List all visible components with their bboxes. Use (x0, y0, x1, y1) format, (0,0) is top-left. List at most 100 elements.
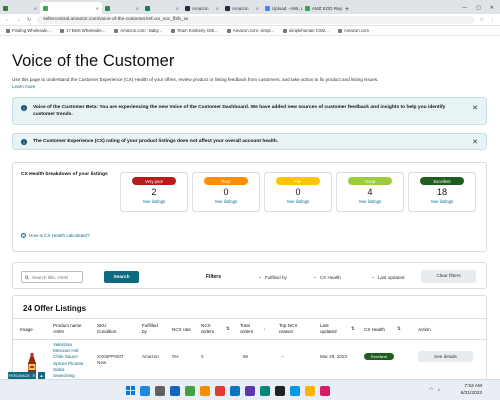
sort-desc-icon[interactable]: ↓ (263, 326, 265, 331)
taskbar-app-icon[interactable] (199, 385, 210, 396)
see-listings-link[interactable]: See listings (337, 199, 403, 204)
clear-filters-button[interactable]: Clear filters (421, 270, 476, 283)
taskbar-app-icon[interactable] (154, 385, 165, 396)
cx-bucket: Very poor 2 See listings (120, 172, 188, 212)
col-cx-health[interactable]: CX Health (364, 327, 385, 333)
url-field[interactable]: sellercentral.amazon.com/voice-of-the-cu… (37, 15, 474, 24)
sort-icon[interactable]: ⇅ (226, 326, 230, 332)
forward-icon[interactable]: → (16, 17, 21, 23)
menu-icon[interactable]: ⋮ (490, 17, 495, 23)
cx-health-title: CX Health breakdown of your listings (21, 172, 108, 177)
browser-tab[interactable]: ✕ (142, 2, 182, 14)
see-listings-link[interactable]: See listings (409, 199, 475, 204)
close-tab-icon[interactable]: ✕ (216, 6, 219, 11)
search-button[interactable]: Search (104, 271, 139, 283)
col-total-orders[interactable]: Total orders (240, 323, 253, 335)
taskbar-app-icon[interactable] (259, 385, 270, 396)
close-tab-icon[interactable]: ✕ (176, 6, 179, 11)
taskbar-app-icon[interactable] (289, 385, 300, 396)
bookmark-favicon-icon (337, 28, 342, 33)
beta-banner-text: Voice of the Customer Beta: You are expe… (33, 105, 446, 117)
see-details-button[interactable]: See details (418, 351, 473, 362)
close-tab-icon[interactable]: ✕ (96, 6, 99, 11)
chevron-down-icon: ⌄ (313, 274, 317, 279)
search-input[interactable] (32, 274, 82, 280)
clock-date: 6/31/2023 (460, 391, 482, 396)
taskbar-app-icon[interactable] (169, 385, 180, 396)
taskbar-app-icon[interactable] (229, 385, 240, 396)
col-ncx-orders[interactable]: NCX orders (201, 323, 214, 335)
taskbar-app-icon[interactable] (304, 385, 315, 396)
back-icon[interactable]: ← (5, 17, 10, 23)
close-tab-icon[interactable]: ✕ (34, 6, 37, 11)
taskbar-app-icon[interactable] (244, 385, 255, 396)
see-listings-link[interactable]: See listings (193, 199, 259, 204)
close-tab-icon[interactable]: ✕ (136, 6, 139, 11)
bookmark-item[interactable]: Finding Wholesale... (6, 28, 51, 33)
maximize-icon[interactable]: ▢ (476, 5, 481, 11)
cx-health-help-text[interactable]: How is CX Health calculated? (29, 233, 90, 238)
cx-health-badge: Excellent (364, 353, 394, 360)
browser-tab[interactable]: Amazon ✕ (222, 2, 262, 14)
clock[interactable]: 7:53 AM 6/31/2023 (461, 383, 482, 397)
bookmark-item[interactable]: Amazon.com (337, 28, 369, 33)
close-icon[interactable]: ✕ (472, 138, 478, 146)
taskbar-app-icon[interactable] (139, 385, 150, 396)
filters-label: Filters (206, 274, 222, 280)
taskbar-app-icon[interactable] (274, 385, 285, 396)
browser-tab[interactable]: Upload - AWL LABEL✕ (262, 2, 302, 14)
col-top-reason: Top NCX reason (279, 323, 298, 334)
col-last-updated[interactable]: Last updated (320, 323, 337, 335)
bookmark-item[interactable]: 17 Best Wholesale... (59, 28, 105, 33)
top-reason-value: -- (281, 354, 285, 359)
close-icon[interactable]: ✕ (32, 373, 35, 378)
taskbar-app-icon[interactable] (319, 385, 330, 396)
cx-bucket-label: Fair (276, 177, 320, 185)
col-action: Action (418, 327, 431, 332)
close-tab-icon[interactable]: ✕ (256, 6, 259, 11)
offer-listings-table: 24 Offer Listings Image Product name ASI… (12, 295, 487, 385)
close-window-icon[interactable]: ✕ (490, 5, 494, 11)
see-listings-link[interactable]: See listings (265, 199, 331, 204)
browser-tab[interactable]: AMZ EOD Report✕ (302, 2, 342, 14)
cx-health-help-link[interactable]: ? How is CX Health calculated? (21, 233, 90, 238)
close-icon[interactable]: ✕ (472, 104, 478, 118)
cx-bucket-count: 4 (367, 187, 373, 197)
feedback-button[interactable]: FEEDBACK ✕ (8, 372, 36, 379)
browser-tab[interactable]: ✕ (40, 2, 102, 14)
learn-more-link[interactable]: Learn more (12, 84, 482, 91)
bookmark-label: simplehuman CW2... (289, 28, 329, 33)
taskbar-app-icon[interactable] (184, 385, 195, 396)
reload-icon[interactable]: ↻ (27, 17, 31, 23)
taskbar-app-icon[interactable] (214, 385, 225, 396)
condition-value: New (97, 360, 107, 365)
search-box (21, 271, 83, 283)
bookmark-item[interactable]: Amazon.com : Baby... (114, 28, 162, 33)
bookmark-item[interactable]: Team Kimberly Onli... (171, 28, 218, 33)
windows-start-icon[interactable] (125, 382, 135, 400)
new-tab-button[interactable]: + (345, 6, 349, 13)
browser-tab[interactable]: Amazon ✕ (182, 2, 222, 14)
see-listings-link[interactable]: See listings (121, 199, 187, 204)
sort-icon[interactable]: ⇅ (397, 326, 401, 332)
cx-health-dropdown[interactable]: ⌄ CX Health (313, 274, 341, 280)
tab-favicon-icon (3, 5, 8, 11)
cx-bucket-count: 18 (436, 187, 447, 197)
star-icon[interactable]: ☆ (480, 17, 484, 23)
last-updated-dropdown[interactable]: ⌄ Last updated (371, 274, 404, 280)
volume-icon[interactable]: ♪ (438, 387, 441, 393)
filter-bar: Search Filters ⌄Fulfilled by ⌄CX Health … (12, 262, 487, 289)
bookmark-item[interactable]: Amazon.com: simpl... (226, 28, 274, 33)
sort-icon[interactable]: ⇅ (351, 326, 355, 332)
wifi-icon[interactable]: ◠ (429, 387, 433, 393)
bookmark-label: Team Kimberly Onli... (177, 28, 218, 33)
fulfilled-by-dropdown[interactable]: ⌄ Fulfilled by (258, 274, 287, 280)
scroll-up-icon[interactable]: ▲ (38, 372, 45, 379)
bookmark-item[interactable]: simplehuman CW2... (283, 28, 329, 33)
browser-tab[interactable]: ✕ (0, 2, 40, 14)
minimize-icon[interactable]: — (462, 5, 467, 11)
browser-tab[interactable]: ✕ (102, 2, 142, 14)
col-fulfilled: Fulfilled by (142, 323, 158, 334)
search-icon (25, 275, 29, 279)
bookmark-favicon-icon (59, 28, 64, 33)
